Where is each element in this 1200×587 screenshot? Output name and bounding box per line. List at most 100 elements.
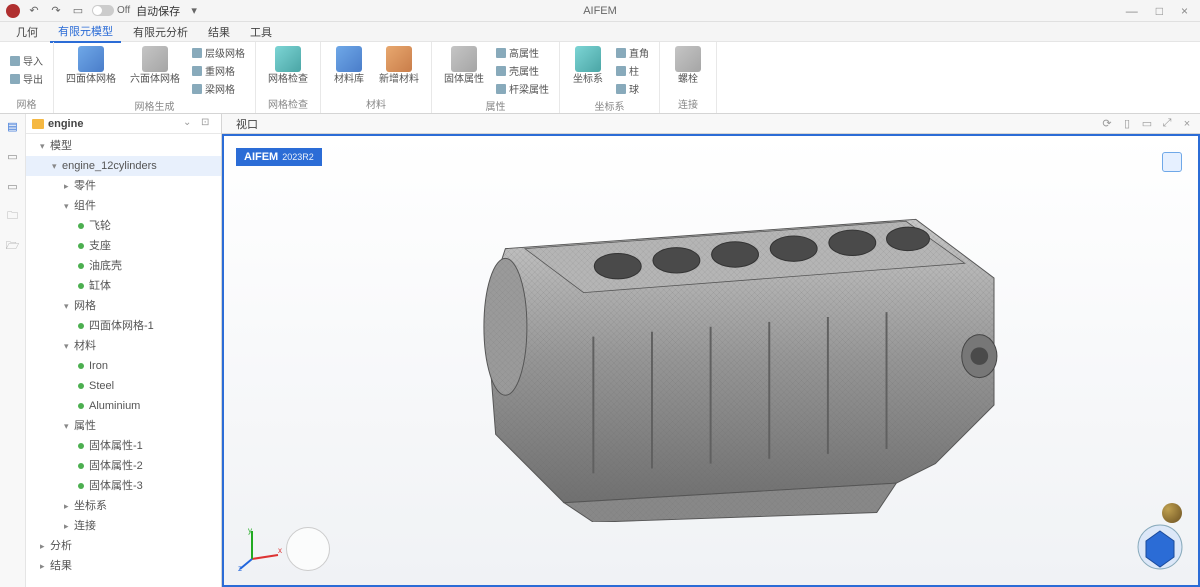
viewport-tabbar: 视口 ⟳ ▯ ▭ ⤢ ×	[222, 114, 1200, 134]
maximize-button[interactable]: □	[1156, 4, 1163, 18]
menubar: 几何 有限元模型 有限元分析 结果 工具	[0, 22, 1200, 42]
autosave-toggle[interactable]: Off	[92, 5, 130, 16]
tree-node-support[interactable]: 支座	[26, 236, 221, 256]
tree-node-block[interactable]: 缸体	[26, 276, 221, 296]
layers-icon[interactable]: ▭	[5, 148, 21, 164]
material-preview-icon[interactable]	[1162, 503, 1182, 523]
mesh-check-button[interactable]: 网格检查	[262, 44, 314, 95]
tree-node-engine-cyl[interactable]: ▾engine_12cylinders	[26, 156, 221, 176]
hex-mesh-button[interactable]: 六面体网格	[124, 44, 186, 97]
viewport-layout1-icon[interactable]: ▯	[1120, 117, 1134, 131]
qat-dropdown-icon[interactable]: ▾	[186, 3, 202, 19]
cyl-cs-button[interactable]: 柱	[612, 62, 653, 79]
connection-button[interactable]: 螺栓	[666, 44, 710, 95]
viewport-tab[interactable]: 视口	[228, 114, 266, 134]
ribbon-group-mesh-io: 导入 导出 网格	[0, 42, 54, 113]
viewport-container: 视口 ⟳ ▯ ▭ ⤢ × AIFEM 2023R2	[222, 114, 1200, 587]
ribbon: 导入 导出 网格 四面体网格 六面体网格 层级网格 重网格 梁网格 网格生成 网…	[0, 42, 1200, 114]
tree-node-oilpan[interactable]: 油底壳	[26, 256, 221, 276]
orbit-widget-icon[interactable]	[286, 527, 330, 571]
app-title: AIFEM	[583, 5, 617, 17]
sph-cs-button[interactable]: 球	[612, 80, 653, 97]
switch-state-label: Off	[117, 5, 130, 16]
tree-node-flywheel[interactable]: 飞轮	[26, 216, 221, 236]
tree-node-steel[interactable]: Steel	[26, 376, 221, 396]
folder-icon	[32, 119, 44, 129]
viewport-maximize-icon[interactable]: ⤢	[1160, 117, 1174, 131]
redo-button[interactable]: ↷	[48, 3, 64, 19]
save-button[interactable]: ▭	[70, 3, 86, 19]
import-button[interactable]: 导入	[6, 52, 47, 69]
beam-mesh-button[interactable]: 梁网格	[188, 80, 249, 97]
menu-geometry[interactable]: 几何	[8, 22, 46, 42]
left-activity-bar: ▤ ▭ ▭ 🗀 🗁	[0, 114, 26, 587]
menu-fem-analysis[interactable]: 有限元分析	[125, 22, 196, 42]
tree-tab-icon[interactable]: ▤	[5, 118, 21, 134]
search-icon[interactable]: ▭	[5, 178, 21, 194]
viewport-close-icon[interactable]: ×	[1180, 117, 1194, 131]
remesh-button[interactable]: 重网格	[188, 62, 249, 79]
ribbon-group-mesh-check: 网格检查 网格检查	[256, 42, 321, 113]
tree-node-analysis[interactable]: ▸分析	[26, 536, 221, 556]
viewport-layout2-icon[interactable]: ▭	[1140, 117, 1154, 131]
tree-node-aluminium[interactable]: Aluminium	[26, 396, 221, 416]
tree-node-solid2[interactable]: 固体属性-2	[26, 456, 221, 476]
minimize-button[interactable]: —	[1126, 4, 1138, 18]
main-area: ▤ ▭ ▭ 🗀 🗁 engine ⌄ ⊡ ▾模型 ▾engine_12cylin…	[0, 114, 1200, 587]
menu-fem-model[interactable]: 有限元模型	[50, 21, 121, 43]
tree-collapse-icon[interactable]: ⌄	[183, 117, 197, 131]
tree-pin-icon[interactable]: ⊡	[201, 117, 215, 131]
axis-triad-icon[interactable]: x y z	[238, 525, 286, 573]
tree-node-results[interactable]: ▸结果	[26, 556, 221, 576]
tree-node-solid1[interactable]: 固体属性-1	[26, 436, 221, 456]
member-prop-button[interactable]: 杆梁属性	[492, 80, 553, 97]
group-label-mesh-io: 网格	[6, 95, 47, 113]
tree-root-label: engine	[48, 118, 179, 130]
rect-cs-button[interactable]: 直角	[612, 44, 653, 61]
cs-button[interactable]: 坐标系	[566, 44, 610, 97]
tree-header: engine ⌄ ⊡	[26, 114, 221, 134]
tree-node-material[interactable]: ▾材料	[26, 336, 221, 356]
svg-text:y: y	[248, 526, 252, 535]
ribbon-group-connection: 螺栓 连接	[660, 42, 717, 113]
layer-mesh-button[interactable]: 层级网格	[188, 44, 249, 61]
high-prop-button[interactable]: 高属性	[492, 44, 553, 61]
nav-cube[interactable]	[1136, 523, 1184, 571]
tree-node-tet1[interactable]: 四面体网格-1	[26, 316, 221, 336]
tet-mesh-button[interactable]: 四面体网格	[60, 44, 122, 97]
material-lib-button[interactable]: 材料库	[327, 44, 371, 95]
menu-tools[interactable]: 工具	[242, 22, 280, 42]
model-tree-panel: engine ⌄ ⊡ ▾模型 ▾engine_12cylinders ▸零件 ▾…	[26, 114, 222, 587]
viewport-3d[interactable]: AIFEM 2023R2	[222, 134, 1200, 587]
tree-node-parts[interactable]: ▸零件	[26, 176, 221, 196]
new-material-button[interactable]: 新增材料	[373, 44, 425, 95]
svg-text:x: x	[278, 546, 282, 555]
open-icon[interactable]: 🗁	[5, 238, 21, 254]
ribbon-group-cs: 坐标系 直角 柱 球 坐标系	[560, 42, 660, 113]
shell-prop-button[interactable]: 壳属性	[492, 62, 553, 79]
undo-button[interactable]: ↶	[26, 3, 42, 19]
tree-node-mesh[interactable]: ▾网格	[26, 296, 221, 316]
menu-results[interactable]: 结果	[200, 22, 238, 42]
tree-node-cs[interactable]: ▸坐标系	[26, 496, 221, 516]
group-label-cs: 坐标系	[566, 97, 653, 115]
files-icon[interactable]: 🗀	[5, 208, 21, 224]
app-icon[interactable]	[6, 4, 20, 18]
close-button[interactable]: ×	[1181, 4, 1188, 18]
tree-node-assembly[interactable]: ▾组件	[26, 196, 221, 216]
tree-body: ▾模型 ▾engine_12cylinders ▸零件 ▾组件 飞轮 支座 油底…	[26, 134, 221, 578]
export-button[interactable]: 导出	[6, 70, 47, 87]
quick-access-toolbar: ↶ ↷ ▭ Off 自动保存 ▾	[0, 3, 202, 19]
tree-node-model[interactable]: ▾模型	[26, 136, 221, 156]
engine-model[interactable]	[438, 190, 1042, 522]
tree-node-iron[interactable]: Iron	[26, 356, 221, 376]
solid-prop-button[interactable]: 固体属性	[438, 44, 490, 97]
tree-node-connection[interactable]: ▸连接	[26, 516, 221, 536]
ribbon-group-material: 材料库 新增材料 材料	[321, 42, 432, 113]
tree-node-solid3[interactable]: 固体属性-3	[26, 476, 221, 496]
titlebar: ↶ ↷ ▭ Off 自动保存 ▾ AIFEM — □ ×	[0, 0, 1200, 22]
view-pin-icon[interactable]	[1162, 152, 1182, 172]
ribbon-group-mesh-gen: 四面体网格 六面体网格 层级网格 重网格 梁网格 网格生成	[54, 42, 256, 113]
tree-node-property[interactable]: ▾属性	[26, 416, 221, 436]
viewport-reset-icon[interactable]: ⟳	[1100, 117, 1114, 131]
